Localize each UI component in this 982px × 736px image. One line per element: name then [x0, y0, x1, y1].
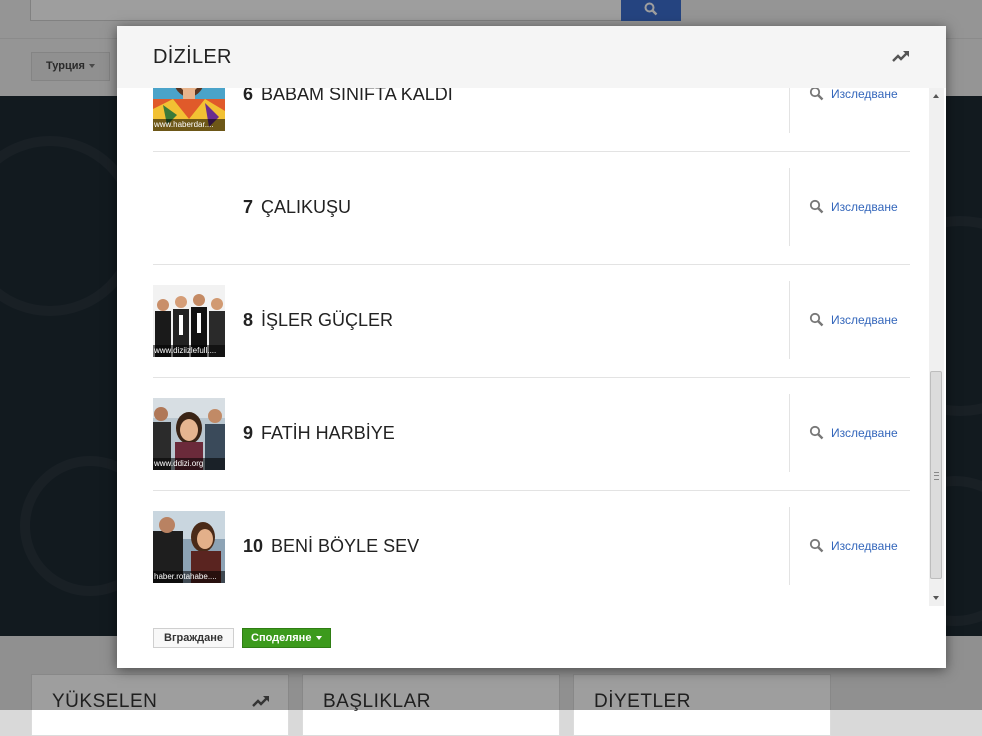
- item-name: ÇALIKUŞU: [261, 197, 352, 217]
- scroll-up-arrow-icon[interactable]: [933, 94, 939, 98]
- explore-label: Изследване: [831, 539, 898, 553]
- divider: [789, 88, 790, 133]
- list-item: 7 ÇALIKUŞU Изследване: [153, 152, 910, 265]
- search-icon: [809, 538, 824, 553]
- explore-link[interactable]: Изследване: [809, 88, 898, 101]
- item-title: 9 FATİH HARBİYE: [243, 423, 395, 444]
- thumbnail-image: www.ddizi.org: [153, 398, 225, 470]
- thumbnail-caption: www.diziizlefull....: [153, 345, 225, 357]
- scrollbar-thumb[interactable]: [930, 371, 942, 579]
- thumbnail-image: haber.rotahabe....: [153, 511, 225, 583]
- item-rank: 10: [243, 536, 264, 556]
- item-title: 7 ÇALIKUŞU: [243, 197, 351, 218]
- item-rank: 9: [243, 423, 254, 443]
- explore-label: Изследване: [831, 88, 898, 101]
- explore-label: Изследване: [831, 426, 898, 440]
- explore-label: Изследване: [831, 200, 898, 214]
- divider: [789, 281, 790, 359]
- ranking-list: www.haberdar.... 6 BABAM SINIFTA KALDI Из…: [153, 88, 910, 603]
- list-item: www.diziizlefull.... 8 İŞLER GÜÇLER Изсле…: [153, 265, 910, 378]
- modal-header: DİZİLER: [117, 26, 946, 88]
- share-button[interactable]: Споделяне: [242, 628, 332, 648]
- thumbnail-image: www.haberdar....: [153, 88, 225, 131]
- divider: [789, 168, 790, 246]
- thumbnail-caption: haber.rotahabe....: [153, 571, 225, 583]
- item-rank: 8: [243, 310, 254, 330]
- trending-up-icon[interactable]: [892, 50, 910, 62]
- explore-link[interactable]: Изследване: [809, 538, 898, 553]
- chevron-down-icon: [316, 636, 323, 641]
- share-label: Споделяне: [251, 632, 312, 644]
- search-icon: [809, 88, 824, 101]
- explore-label: Изследване: [831, 313, 898, 327]
- thumbnail-caption: www.ddizi.org: [153, 458, 225, 470]
- item-name: BABAM SINIFTA KALDI: [261, 88, 453, 104]
- item-name: İŞLER GÜÇLER: [261, 310, 394, 330]
- search-icon: [809, 312, 824, 327]
- list-item: www.haberdar.... 6 BABAM SINIFTA KALDI Из…: [153, 88, 910, 152]
- item-title: 10 BENİ BÖYLE SEV: [243, 536, 419, 557]
- thumbnail-caption: www.haberdar....: [153, 119, 225, 131]
- scrollbar[interactable]: [929, 88, 944, 606]
- item-rank: 7: [243, 197, 254, 217]
- divider: [789, 394, 790, 472]
- chart-modal: DİZİLER www.haberdar.... 6 BABAM SINIFTA…: [117, 26, 946, 668]
- search-icon: [809, 199, 824, 214]
- list-item: www.ddizi.org 9 FATİH HARBİYE Изследване: [153, 378, 910, 491]
- item-title: 6 BABAM SINIFTA KALDI: [243, 88, 453, 105]
- scroll-down-arrow-icon[interactable]: [933, 596, 939, 600]
- thumbnail-image: www.diziizlefull....: [153, 285, 225, 357]
- item-rank: 6: [243, 88, 254, 104]
- embed-button[interactable]: Вграждане: [153, 628, 235, 648]
- list-item: haber.rotahabe.... 10 BENİ BÖYLE SEV Изсл…: [153, 491, 910, 603]
- modal-title: DİZİLER: [153, 46, 232, 68]
- item-title: 8 İŞLER GÜÇLER: [243, 310, 393, 331]
- item-name: BENİ BÖYLE SEV: [271, 536, 420, 556]
- item-name: FATİH HARBİYE: [261, 423, 395, 443]
- explore-link[interactable]: Изследване: [809, 312, 898, 327]
- divider: [789, 507, 790, 585]
- explore-link[interactable]: Изследване: [809, 425, 898, 440]
- list-viewport: www.haberdar.... 6 BABAM SINIFTA KALDI Из…: [117, 88, 929, 606]
- explore-link[interactable]: Изследване: [809, 199, 898, 214]
- search-icon: [809, 425, 824, 440]
